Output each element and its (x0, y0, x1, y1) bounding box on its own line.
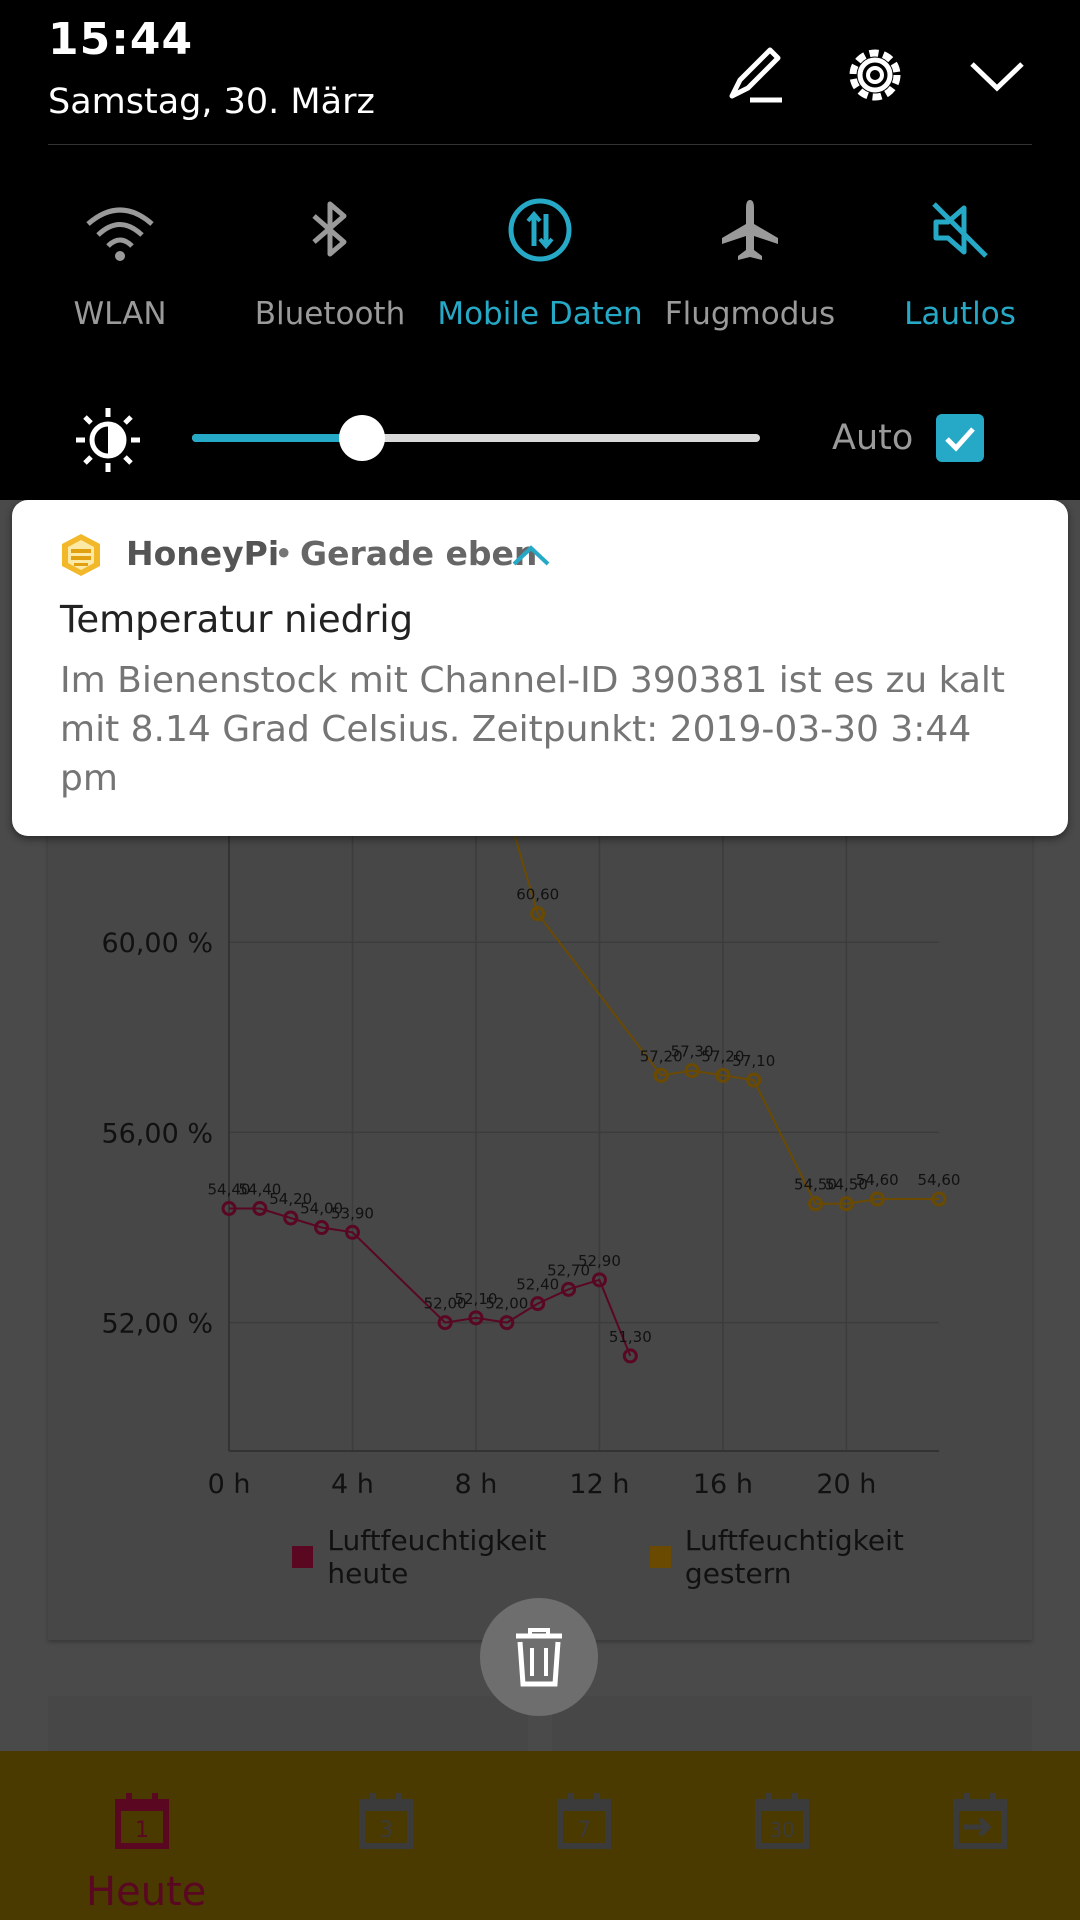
tile-wlan[interactable]: WLAN (15, 190, 225, 332)
calendar-7-icon: 7 (557, 1793, 611, 1849)
chevron-down-icon[interactable] (962, 40, 1032, 110)
tile-label: Lautlos (904, 296, 1016, 332)
honeypi-app-icon (62, 534, 100, 576)
data-label: 52,90 (578, 1252, 621, 1270)
calendar-number: 3 (379, 1818, 393, 1843)
auto-brightness-checkbox[interactable] (936, 414, 984, 462)
notification-card[interactable]: HoneyPi • Gerade eben Temperatur niedrig… (12, 500, 1068, 836)
data-label: 51,30 (609, 1328, 652, 1346)
data-label: 60,60 (516, 886, 559, 904)
tile-label: Flugmodus (664, 296, 836, 332)
calendar-number: 30 (769, 1818, 794, 1842)
y-tick-label: 56,00 % (101, 1118, 213, 1149)
tile-label: WLAN (73, 296, 167, 332)
x-tick-label: 12 h (569, 1469, 629, 1500)
calendar-30-icon: 30 (755, 1793, 809, 1849)
clock: 15:44 (48, 14, 194, 65)
mute-icon (932, 202, 988, 258)
nav-3-days[interactable]: 3 (336, 1791, 436, 1853)
data-label: 57,10 (732, 1052, 775, 1070)
x-tick-label: 8 h (455, 1469, 498, 1500)
notification-body: Im Bienenstock mit Channel-ID 390381 ist… (60, 660, 1006, 799)
calendar-day-icon: 1 (115, 1793, 169, 1849)
settings-gear-icon[interactable] (840, 40, 910, 110)
data-label: 54,60 (856, 1171, 899, 1189)
legend-swatch (292, 1546, 314, 1568)
data-label: 53,90 (331, 1204, 374, 1222)
bluetooth-icon (312, 201, 347, 257)
tile-label: Bluetooth (254, 296, 406, 332)
bottom-navigation: 1 3 7 30 Heute (0, 1751, 1080, 1920)
y-tick-label: 52,00 % (101, 1309, 213, 1340)
checkmark-icon (945, 427, 975, 452)
legend-item-yesterday: Luftfeuchtigkeit gestern (649, 1524, 1010, 1590)
tile-mobile-data[interactable]: Mobile Daten (435, 190, 645, 332)
tile-airplane-mode[interactable]: Flugmodus (645, 190, 855, 332)
calendar-export-icon (953, 1793, 1007, 1849)
x-tick-label: 16 h (693, 1469, 753, 1500)
notification-app-name: HoneyPi (126, 534, 280, 573)
edit-icon[interactable] (720, 40, 790, 110)
legend-label: Luftfeuchtigkeit gestern (684, 1524, 904, 1590)
notification-time: Gerade eben (300, 534, 538, 573)
clear-notifications-button[interactable] (480, 1598, 598, 1716)
trash-icon (516, 1628, 562, 1687)
auto-brightness-label: Auto (832, 418, 914, 458)
calendar-3-icon: 3 (359, 1793, 413, 1849)
brightness-slider-fill (192, 434, 363, 442)
legend-item-today: Luftfeuchtigkeit heute (292, 1524, 628, 1590)
x-tick-label: 20 h (816, 1469, 876, 1500)
brightness-slider[interactable] (192, 415, 760, 461)
calendar-number: 1 (135, 1818, 149, 1843)
next-card-left (48, 1696, 528, 1756)
notification-title: Temperatur niedrig (60, 598, 414, 641)
nav-today[interactable]: 1 (92, 1791, 192, 1853)
next-card-right (552, 1696, 1032, 1756)
nav-7-days[interactable]: 7 (534, 1791, 634, 1853)
header-divider (48, 144, 1032, 145)
chart-legend: Luftfeuchtigkeit heute Luftfeuchtigkeit … (292, 1524, 1032, 1590)
mobile-data-icon (508, 198, 572, 262)
legend-swatch (649, 1546, 671, 1568)
nav-export[interactable] (930, 1791, 1030, 1853)
y-tick-label: 60,00 % (101, 928, 213, 959)
legend-label: Luftfeuchtigkeit heute (327, 1524, 547, 1590)
date: Samstag, 30. März (48, 82, 375, 122)
tile-label: Mobile Daten (437, 296, 643, 332)
nav-active-label: Heute (86, 1869, 207, 1915)
brightness-icon (76, 408, 140, 472)
nav-30-days[interactable]: 30 (732, 1791, 832, 1853)
x-tick-label: 4 h (331, 1469, 374, 1500)
x-tick-label: 0 h (208, 1469, 251, 1500)
wifi-icon (86, 207, 154, 261)
data-label: 54,60 (918, 1171, 961, 1189)
tile-silent[interactable]: Lautlos (855, 190, 1065, 332)
tile-bluetooth[interactable]: Bluetooth (225, 190, 435, 332)
airplane-icon (722, 200, 778, 260)
brightness-slider-thumb[interactable] (339, 415, 386, 461)
quick-settings-panel: 15:44 Samstag, 30. März WLAN Bluetooth M… (0, 0, 1080, 500)
data-label: 52,00 (485, 1295, 528, 1313)
chevron-up-icon[interactable] (510, 540, 552, 570)
notification-separator: • (274, 534, 294, 573)
calendar-number: 7 (577, 1818, 591, 1843)
